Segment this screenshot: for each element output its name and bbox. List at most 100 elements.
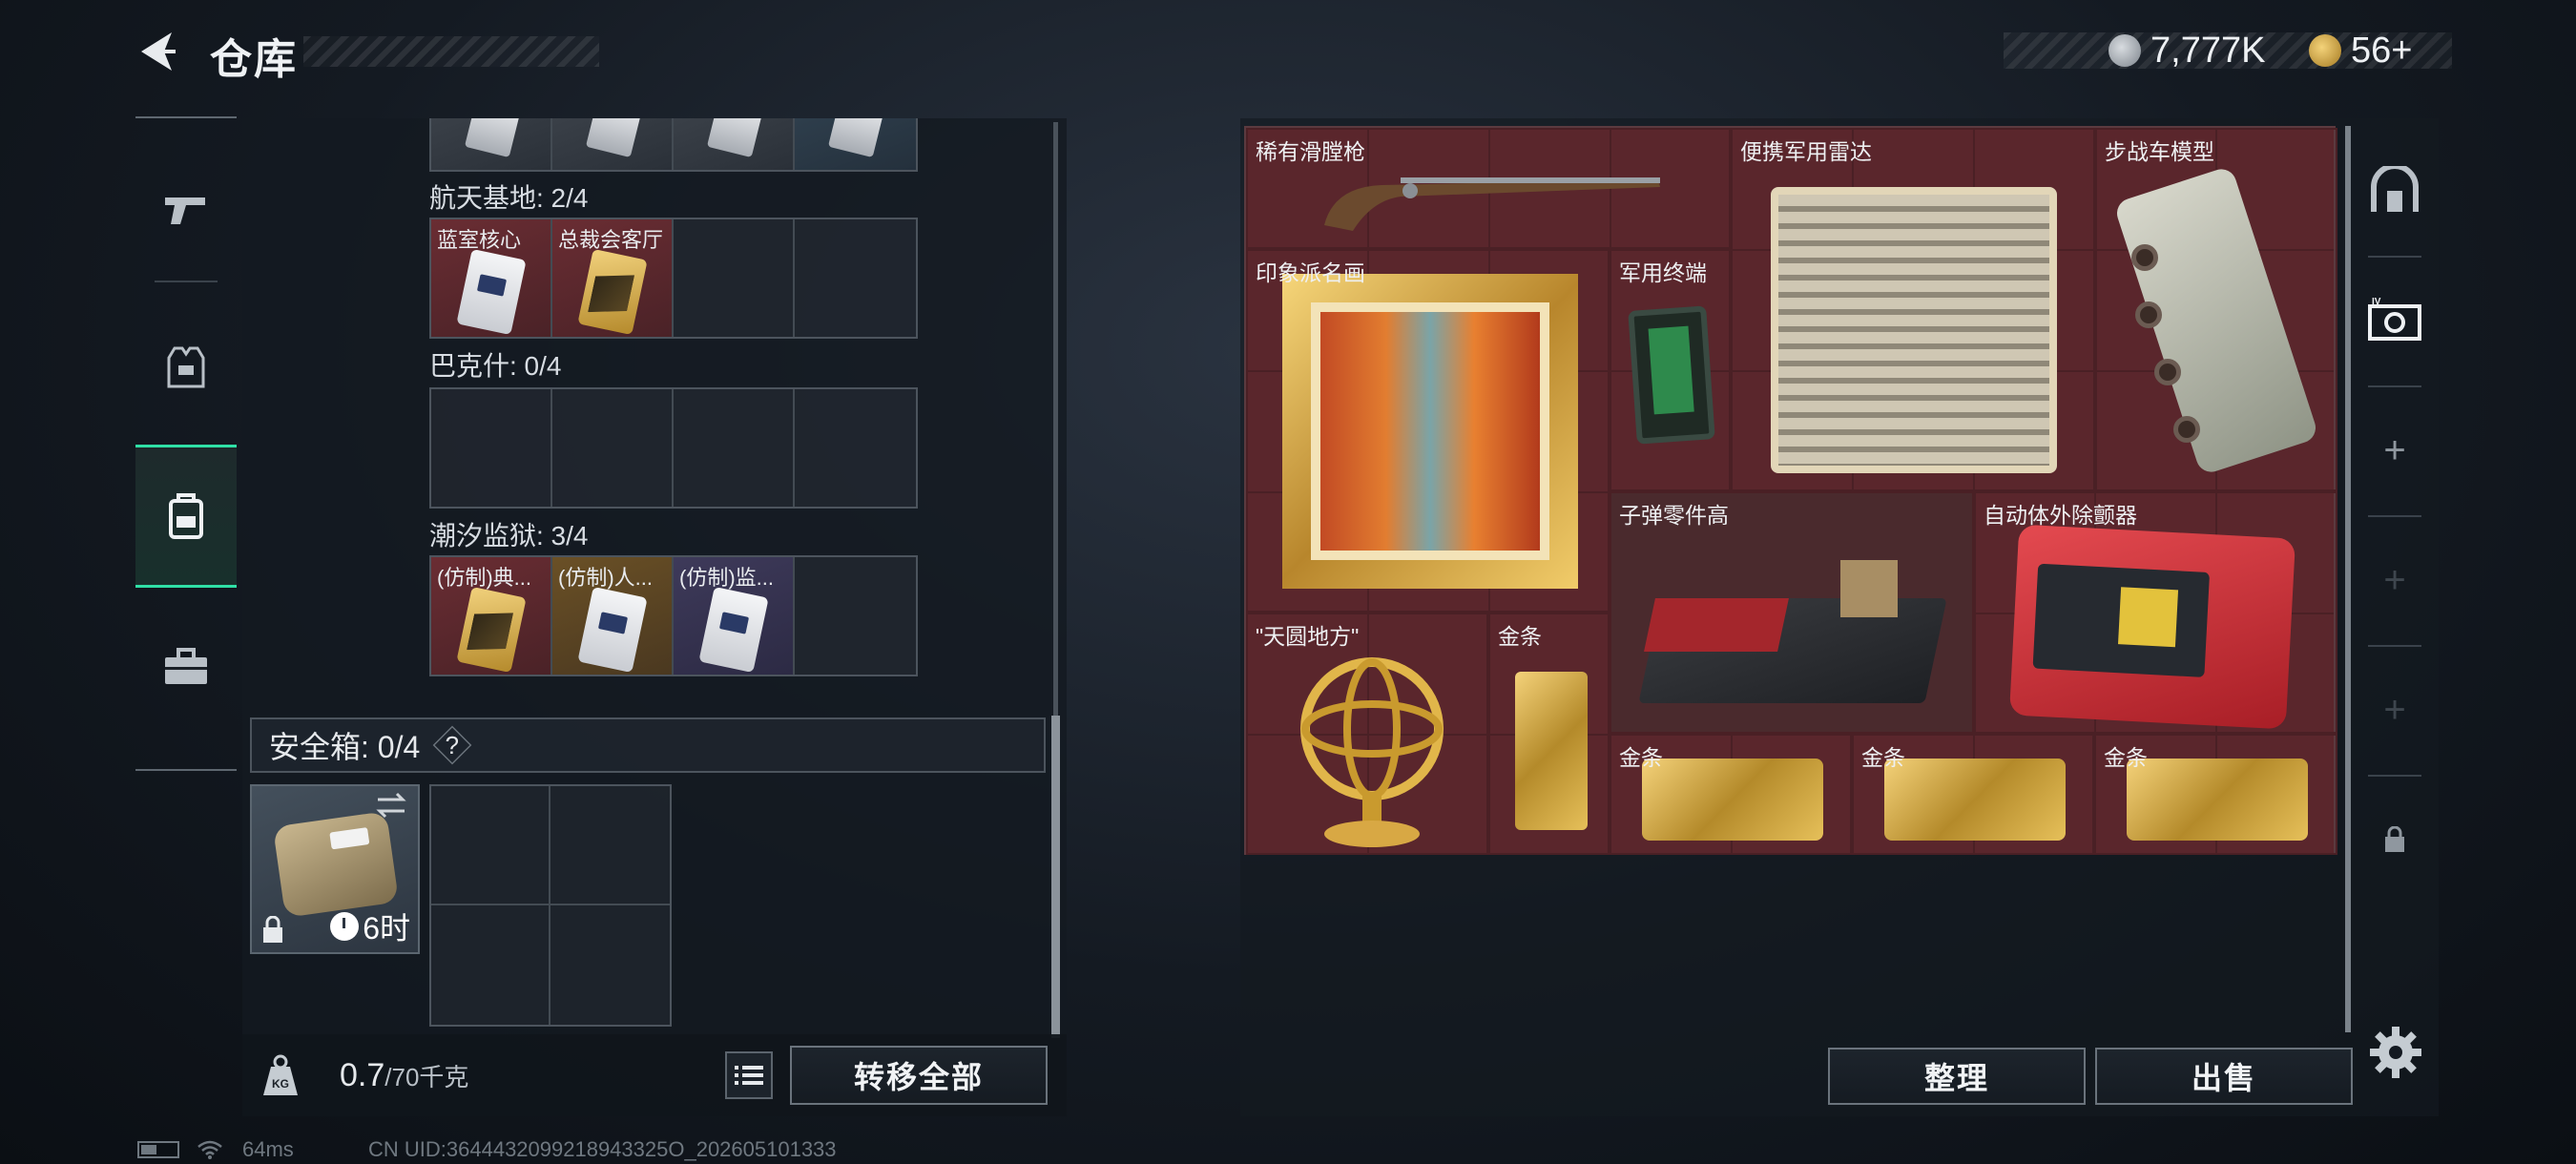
stash-item-gold-bar[interactable]: 金条 [1488, 613, 1610, 855]
add-page-button[interactable]: + [2358, 645, 2431, 775]
tab-backpack[interactable] [135, 445, 237, 588]
ammo-box-icon [1840, 560, 1898, 617]
collection-slot-empty[interactable] [674, 389, 795, 507]
stash-item-aed[interactable]: 自动体外除颤器 [1974, 491, 2337, 734]
tab-weapon[interactable] [135, 137, 237, 281]
tab-toolbox[interactable] [135, 595, 237, 738]
wheel-icon [2173, 416, 2200, 443]
stash-grid: 稀有滑膛枪 便携军用雷达 步战车模型 印象派名画 军用终端 子弹零件高 自动体外… [1244, 126, 2337, 855]
briefcase-icon [165, 648, 207, 684]
tab-armor[interactable] [135, 296, 237, 439]
weight-icon: KG [263, 1054, 298, 1095]
help-icon: ? [446, 730, 460, 759]
card-item-icon [585, 118, 642, 158]
back-arrow-icon[interactable] [134, 27, 183, 76]
stash-page-1[interactable] [2358, 126, 2431, 256]
stash-item-ifv-model[interactable]: 步战车模型 [2095, 128, 2337, 491]
item-name: (仿制)典... [437, 566, 531, 590]
list-view-button[interactable] [725, 1051, 773, 1099]
vest-icon [167, 346, 205, 388]
settings-gear-icon[interactable] [2368, 1025, 2423, 1080]
collection-slot[interactable] [552, 118, 674, 170]
gold-amount: 56+ [2351, 30, 2413, 71]
page-title: 仓库 [210, 36, 298, 83]
sell-button[interactable]: 出售 [2095, 1048, 2353, 1105]
collection-row-space-base: 蓝室核心 总裁会客厅 [429, 218, 918, 339]
collection-scroll-thumb[interactable] [1051, 716, 1060, 1038]
item-name: 总裁会客厅 [558, 228, 664, 252]
item-name: (仿制)监... [679, 566, 774, 590]
battery-icon [137, 1141, 179, 1158]
gold-bar-icon [1642, 759, 1823, 841]
vault-icon [2371, 166, 2419, 212]
silver-amount: 7,777K [2150, 30, 2266, 71]
svg-text:IV: IV [2372, 297, 2381, 307]
add-page-button[interactable]: + [2358, 385, 2431, 515]
gold-currency[interactable]: 56+ [2309, 29, 2412, 73]
stash-item-gold-bar[interactable]: 金条 [1852, 734, 2094, 855]
stash-item-gold-bar[interactable]: 金条 [1610, 734, 1852, 855]
gold-bar-icon [2127, 759, 2308, 841]
collection-item[interactable]: (仿制)监... [674, 557, 795, 675]
container-icon: IV [2368, 297, 2421, 341]
keycard-icon [456, 248, 527, 336]
safe-box-label: 安全箱: 0/4 [269, 730, 421, 764]
safe-slot[interactable] [551, 786, 670, 905]
collection-item[interactable]: 总裁会客厅 [552, 219, 674, 337]
list-icon [735, 1066, 763, 1085]
collection-slot-empty[interactable] [431, 389, 552, 507]
stash-page-2[interactable]: IV [2358, 256, 2431, 385]
collection-slot[interactable] [431, 118, 552, 170]
armillary-sphere-icon [1300, 657, 1444, 847]
safe-slot[interactable] [431, 905, 551, 1025]
collection-slot-empty[interactable] [795, 389, 916, 507]
item-name: 蓝室核心 [437, 228, 522, 252]
stash-item-gold-bar[interactable]: 金条 [2094, 734, 2337, 855]
item-name: 自动体外除颤器 [1984, 503, 2137, 528]
stash-item-flintlock[interactable]: 稀有滑膛枪 [1246, 128, 1731, 249]
collection-item[interactable]: (仿制)典... [431, 557, 552, 675]
backpack-icon [169, 493, 203, 539]
item-name: 军用终端 [1619, 260, 1707, 285]
collection-item[interactable]: (仿制)人... [552, 557, 674, 675]
timer-text: 6时 [363, 911, 410, 946]
safe-slot[interactable] [551, 905, 670, 1025]
collection-slot[interactable] [674, 118, 795, 170]
collection-label-tidal-prison: 潮汐监狱: 3/4 [429, 521, 589, 551]
stash-scrollbar[interactable] [2345, 126, 2351, 1032]
item-name: "天圆地方" [1256, 624, 1360, 649]
musket-icon [1324, 177, 1660, 231]
stash-item-ammo-parts[interactable]: 子弹零件高 [1610, 491, 1974, 734]
weight-max: /70千克 [384, 1063, 469, 1091]
pistol-icon [165, 197, 205, 224]
weight-current: 0.7 [340, 1057, 385, 1093]
stash-item-armillary[interactable]: "天圆地方" [1246, 613, 1488, 855]
safe-slot[interactable] [431, 786, 551, 905]
safe-box-header: 安全箱: 0/4 ? [250, 717, 1046, 773]
collection-slot-empty[interactable] [552, 389, 674, 507]
add-page-button[interactable]: + [2358, 515, 2431, 645]
transfer-all-button[interactable]: 转移全部 [790, 1046, 1048, 1105]
stash-item-terminal[interactable]: 军用终端 [1610, 249, 1731, 491]
stash-item-radar[interactable]: 便携军用雷达 [1731, 128, 2095, 491]
tab-divider [155, 281, 218, 282]
collection-slot-empty[interactable] [795, 219, 916, 337]
help-button[interactable]: ? [432, 725, 472, 765]
silver-currency[interactable]: 7,777K [2109, 29, 2265, 73]
wifi-icon [197, 1140, 222, 1159]
locked-page[interactable] [2358, 775, 2431, 904]
collection-slot-empty[interactable] [795, 557, 916, 675]
painting-icon [1282, 274, 1578, 589]
collection-item[interactable]: 蓝室核心 [431, 219, 552, 337]
safe-box-grid [429, 784, 672, 1027]
sort-button[interactable]: 整理 [1828, 1048, 2086, 1105]
collection-slot-empty[interactable] [674, 219, 795, 337]
svg-text:KG: KG [272, 1077, 289, 1091]
collection-row-bakesh [429, 387, 918, 509]
stash-item-painting[interactable]: 印象派名画 [1246, 249, 1610, 613]
plus-icon: + [2383, 558, 2406, 601]
item-name: 子弹零件高 [1619, 503, 1729, 528]
collection-slot[interactable] [795, 118, 916, 170]
collection-row-top [429, 118, 918, 172]
safe-case-slot[interactable]: 6时 [250, 784, 420, 954]
